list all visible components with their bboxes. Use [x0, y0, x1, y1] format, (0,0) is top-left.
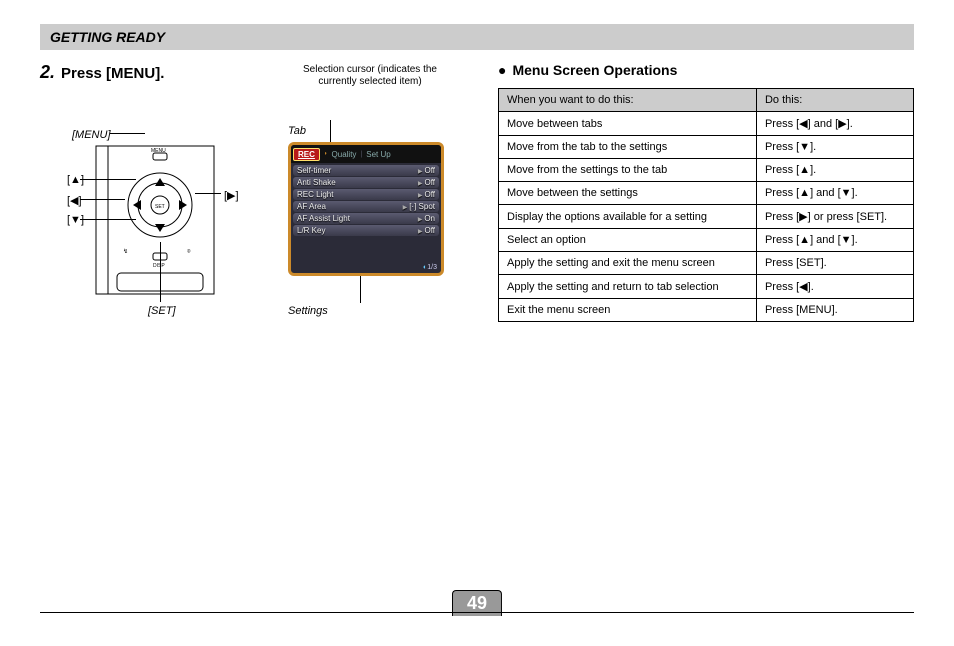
camera-diagram: SET MENU DISP ↯ ⌾: [95, 145, 215, 295]
step-text: Press [MENU].: [61, 65, 164, 82]
tab-rec: REC: [293, 148, 320, 161]
label-up: [▲]: [67, 174, 84, 186]
th-want: When you want to do this:: [499, 89, 757, 112]
menu-screen: REC ◗ Quality | Set Up Self-timerOff Ant…: [288, 142, 444, 276]
table-row: Apply the setting and exit the menu scre…: [499, 252, 914, 275]
table-row: Move from the tab to the settingsPress […: [499, 136, 914, 159]
table-row: Move between tabsPress [◀] and [▶].: [499, 112, 914, 136]
label-tab: Tab: [288, 125, 306, 137]
table-row: Apply the setting and return to tab sele…: [499, 275, 914, 299]
table-row: Display the options available for a sett…: [499, 205, 914, 229]
set-button-label: SET: [155, 204, 165, 210]
menu-rows: Self-timerOff Anti ShakeOff REC LightOff…: [291, 163, 441, 239]
table-row: Select an optionPress [▲] and [▼].: [499, 229, 914, 252]
label-left: [◀]: [67, 194, 82, 207]
table-row: Exit the menu screenPress [MENU].: [499, 299, 914, 322]
svg-text:↯: ↯: [123, 248, 128, 255]
tab-setup: Set Up: [366, 150, 390, 159]
right-heading: Menu Screen Operations: [512, 62, 677, 78]
svg-text:MENU: MENU: [151, 148, 166, 154]
label-right: [▶]: [224, 189, 239, 202]
figure-area: [MENU] [▲] [◀] [▼] [▶] [SET] Tab Setting…: [40, 87, 450, 317]
cursor-note: Selection cursor (indicates the currentl…: [285, 64, 455, 88]
table-row: Move between the settingsPress [▲] and […: [499, 182, 914, 205]
label-set: [SET]: [148, 305, 176, 317]
svg-text:⌾: ⌾: [187, 249, 191, 255]
page-footer: 49: [40, 590, 914, 618]
label-menu: [MENU]: [72, 129, 111, 141]
label-settings: Settings: [288, 305, 328, 317]
section-header: GETTING READY: [40, 24, 914, 50]
table-row: Move from the settings to the tabPress […: [499, 159, 914, 182]
operations-table: When you want to do this: Do this: Move …: [498, 88, 914, 322]
step-number: 2.: [40, 62, 55, 83]
tab-quality: Quality: [332, 150, 357, 159]
bullet-icon: [498, 62, 512, 78]
label-down: [▼]: [67, 214, 84, 226]
th-do: Do this:: [756, 89, 913, 112]
